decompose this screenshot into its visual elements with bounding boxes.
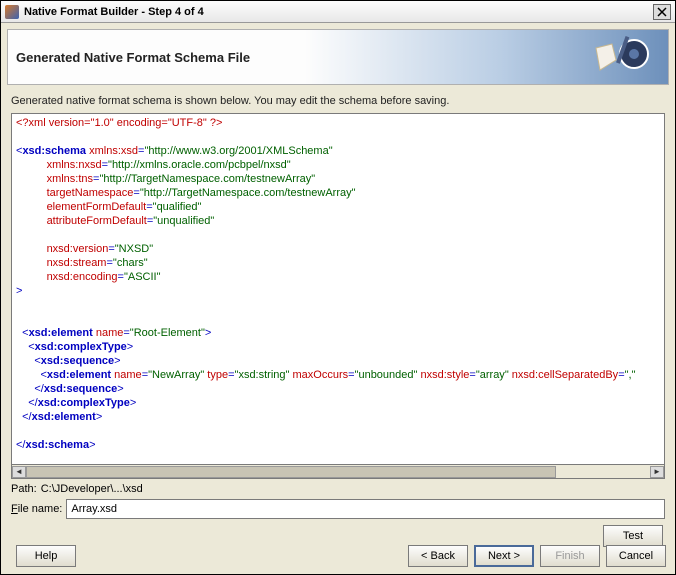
finish-button: Finish xyxy=(540,545,600,567)
footer: Help < Back Next > Finish Cancel xyxy=(0,545,676,567)
xml-pi: <?xml version="1.0" encoding="UTF-8" ?> xyxy=(16,117,222,129)
test-button[interactable]: Test xyxy=(603,525,663,547)
scroll-right-button[interactable]: ► xyxy=(650,466,664,478)
next-button[interactable]: Next > xyxy=(474,545,534,567)
horizontal-scrollbar[interactable]: ◄ ► xyxy=(11,465,665,479)
filename-input[interactable] xyxy=(66,499,665,519)
filename-row: File name: xyxy=(11,499,665,519)
help-button[interactable]: Help xyxy=(16,545,76,567)
window-title: Native Format Builder - Step 4 of 4 xyxy=(24,6,653,18)
back-button[interactable]: < Back xyxy=(408,545,468,567)
titlebar: Native Format Builder - Step 4 of 4 xyxy=(1,1,675,23)
schema-editor[interactable]: <?xml version="1.0" encoding="UTF-8" ?> … xyxy=(11,113,665,465)
close-icon xyxy=(657,7,667,17)
java-icon xyxy=(5,5,19,19)
cancel-button[interactable]: Cancel xyxy=(606,545,666,567)
scroll-track[interactable] xyxy=(26,466,650,478)
path-label: Path: xyxy=(11,483,37,495)
banner: Generated Native Format Schema File xyxy=(7,29,669,85)
page-heading: Generated Native Format Schema File xyxy=(16,50,250,65)
path-row: Path: C:\JDeveloper\...\xsd xyxy=(11,483,665,495)
scroll-thumb[interactable] xyxy=(26,466,556,478)
content-area: Generated native format schema is shown … xyxy=(1,85,675,547)
path-value: C:\JDeveloper\...\xsd xyxy=(41,483,143,495)
close-button[interactable] xyxy=(653,4,671,20)
scroll-left-button[interactable]: ◄ xyxy=(12,466,26,478)
instruction-text: Generated native format schema is shown … xyxy=(11,95,665,107)
banner-art-icon xyxy=(582,36,656,80)
filename-label: File name: xyxy=(11,503,62,515)
